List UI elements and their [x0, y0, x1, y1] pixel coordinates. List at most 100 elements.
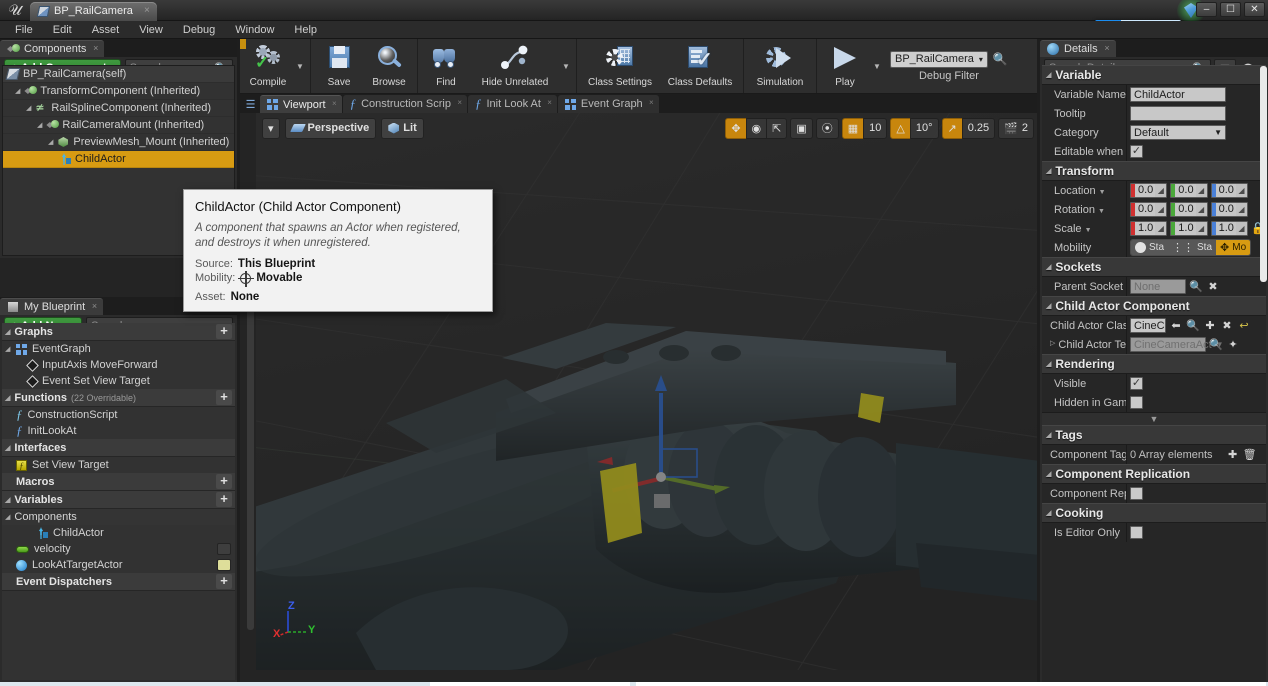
list-item-event-set-view-target[interactable]: Event Set View Target [2, 373, 235, 389]
search-icon[interactable]: 🔍 [1186, 319, 1200, 333]
expand-arrow-icon[interactable]: ◢ [1046, 470, 1051, 478]
close-icon[interactable]: × [92, 301, 97, 311]
search-icon[interactable]: 🔍 [1189, 280, 1203, 294]
expand-arrow-icon[interactable]: ◢ [5, 394, 10, 402]
tab-components[interactable]: Components × [0, 40, 105, 57]
tree-item-bp-railcamera-self[interactable]: BP_RailCamera(self) [3, 66, 234, 83]
tab-init-look-at[interactable]: ƒ Init Look At × [467, 95, 557, 113]
category-component-replication[interactable]: ◢ Component Replication [1042, 464, 1266, 484]
rotate-gizmo-button[interactable]: ◉ [745, 117, 768, 139]
section-event-dispatchers[interactable]: Event Dispatchers + [2, 573, 235, 591]
browse-button[interactable]: Browse [364, 39, 414, 93]
add-icon[interactable]: ✚ [1226, 448, 1240, 462]
location-z-input[interactable]: 0.0 ◢ [1210, 183, 1248, 198]
hide-unrelated-button[interactable]: Hide Unrelated [471, 39, 559, 93]
left-splitter[interactable] [237, 39, 240, 684]
child-actor-class-combo[interactable]: CineC ▼ [1130, 318, 1177, 333]
category-transform[interactable]: ◢ Transform [1042, 161, 1266, 181]
mobility-static-option[interactable]: Sta [1131, 240, 1169, 255]
expand-arrow-icon[interactable]: ◢ [5, 444, 10, 452]
add-event-dispatcher-button[interactable]: + [216, 574, 232, 589]
parent-socket-value[interactable]: None [1130, 279, 1186, 294]
category-combo[interactable]: Default ▼ [1130, 125, 1226, 140]
menu-window[interactable]: Window [226, 23, 283, 37]
minimize-button[interactable]: – [1196, 2, 1217, 17]
variable-category-components[interactable]: ◢ Components [2, 509, 235, 525]
chevron-down-icon[interactable]: ▼ [1098, 208, 1105, 215]
category-rendering[interactable]: ◢ Rendering [1042, 354, 1266, 374]
play-button[interactable]: Play [820, 39, 870, 93]
expand-arrow-icon[interactable]: ◢ [26, 104, 31, 112]
class-settings-button[interactable]: Class Settings [580, 39, 660, 93]
translate-gizmo-button[interactable]: ✥ [725, 117, 747, 139]
editable-when-inherited-checkbox[interactable]: ✓ [1130, 145, 1143, 158]
add-variable-button[interactable]: + [216, 492, 232, 507]
tab-details[interactable]: Details × [1040, 40, 1116, 57]
reset-icon[interactable]: ↩ [1237, 319, 1251, 333]
simulation-button[interactable]: Simulation [747, 39, 813, 93]
list-item-variable-childactor[interactable]: ChildActor [2, 525, 235, 541]
list-item-initlookat[interactable]: ƒ InitLookAt [2, 423, 235, 439]
category-tags[interactable]: ◢ Tags [1042, 425, 1266, 445]
list-item-constructionscript[interactable]: ƒ ConstructionScript [2, 407, 235, 423]
variable-name-input[interactable]: ChildActor [1130, 87, 1226, 102]
viewport-options-menu-button[interactable]: ▾ [262, 117, 280, 139]
tooltip-input[interactable] [1130, 106, 1226, 121]
search-icon[interactable]: 🔍 [1209, 338, 1223, 352]
world-space-button[interactable]: ▣ [790, 117, 813, 139]
add-macro-button[interactable]: + [216, 474, 232, 489]
chevron-down-icon[interactable]: ▼ [1099, 189, 1106, 196]
eye-icon[interactable] [217, 559, 231, 571]
scale-snap-value-button[interactable]: 0.25 [961, 117, 996, 139]
expand-arrow-icon[interactable]: ◢ [1046, 360, 1051, 368]
find-button[interactable]: Find [421, 39, 471, 93]
add-function-button[interactable]: + [216, 390, 232, 405]
scale-x-input[interactable]: 1.0 ◢ [1130, 221, 1168, 236]
location-x-input[interactable]: 0.0 ◢ [1130, 183, 1168, 198]
child-actor-template-combo[interactable]: CineCameraAct ▼ [1130, 337, 1224, 352]
debug-filter-combo[interactable]: BP_RailCamera ▾ [890, 50, 988, 68]
section-graphs[interactable]: ◢ Graphs + [2, 323, 235, 341]
play-options-chevron-down-icon[interactable]: ▼ [870, 39, 884, 93]
scale-z-input[interactable]: 1.0 ◢ [1210, 221, 1248, 236]
grid-snap-toggle[interactable]: ▦ [841, 117, 865, 139]
scale-snap-toggle[interactable]: ↗ [941, 117, 963, 139]
menu-edit[interactable]: Edit [44, 23, 81, 37]
save-button[interactable]: Save [314, 39, 364, 93]
expand-arrow-icon[interactable]: ◢ [1046, 431, 1051, 439]
expand-arrow-icon[interactable]: ◢ [1046, 302, 1051, 310]
details-scrollbar[interactable] [1260, 66, 1267, 282]
add-graph-button[interactable]: + [216, 324, 232, 339]
section-functions[interactable]: ◢ Functions (22 Overridable) + [2, 389, 235, 407]
angle-snap-value-button[interactable]: 10° [909, 117, 939, 139]
list-item-eventgraph[interactable]: ◢ EventGraph [2, 341, 235, 357]
scale-y-input[interactable]: 1.0 ◢ [1170, 221, 1208, 236]
section-interfaces[interactable]: ◢ Interfaces [2, 439, 235, 457]
close-icon[interactable]: × [649, 98, 654, 107]
menu-view[interactable]: View [130, 23, 172, 37]
expand-arrow-icon[interactable]: ◢ [5, 328, 10, 336]
list-item-variable-lookattargetactor[interactable]: LookAtTargetActor [2, 557, 235, 573]
add-icon[interactable]: ✚ [1203, 319, 1217, 333]
hide-unrelated-chevron-down-icon[interactable]: ▼ [559, 39, 573, 93]
menu-help[interactable]: Help [285, 23, 326, 37]
expand-arrow-icon[interactable]: ◢ [37, 121, 42, 129]
rotation-y-input[interactable]: 0.0 ◢ [1170, 202, 1208, 217]
show-advanced-expander[interactable]: ▼ [1042, 412, 1266, 425]
tab-menu-icon[interactable]: ☰ [242, 95, 259, 113]
tree-item-transformcomponent[interactable]: ◢ TransformComponent (Inherited) [3, 83, 234, 100]
tree-item-childactor[interactable]: ChildActor [3, 151, 234, 168]
close-window-button[interactable]: ✕ [1244, 2, 1265, 17]
component-replicates-checkbox[interactable] [1130, 487, 1143, 500]
menu-debug[interactable]: Debug [174, 23, 224, 37]
rotation-z-input[interactable]: 0.0 ◢ [1210, 202, 1248, 217]
expand-arrow-icon[interactable]: ◢ [5, 345, 10, 353]
expand-arrow-icon[interactable]: ◢ [48, 138, 53, 146]
camera-mode-button[interactable]: Perspective [284, 117, 377, 139]
back-arrow-icon[interactable]: ⬅ [1169, 319, 1183, 333]
close-icon[interactable]: × [144, 5, 150, 16]
visibility-toggle-icon[interactable] [217, 543, 231, 555]
camera-speed-button[interactable]: 🎬 2 [998, 117, 1034, 139]
expand-arrow-icon[interactable]: ◢ [1046, 71, 1051, 79]
surface-snap-button[interactable]: ⦿ [815, 117, 839, 139]
